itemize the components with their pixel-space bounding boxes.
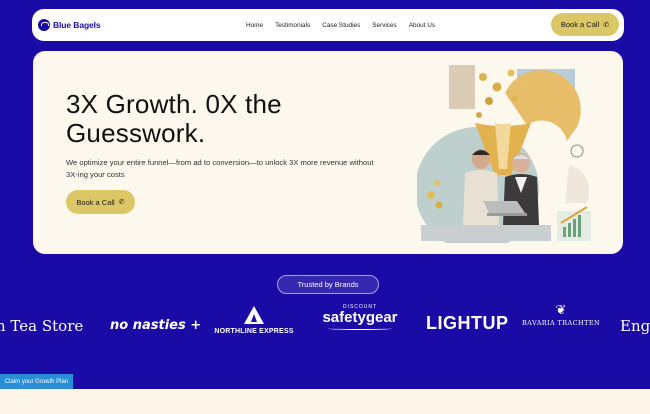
brand-logo-bavaria-trachten: ❦ BAVARIA TRACHTEN: [522, 302, 601, 328]
deer-antlers-icon: ❦: [555, 302, 567, 317]
phone-icon: ✆: [118, 199, 125, 206]
next-section-top: [0, 389, 650, 414]
nav-services[interactable]: Services: [372, 22, 397, 29]
bagel-logo-icon: [38, 19, 50, 31]
phone-icon: ✆: [603, 21, 610, 29]
bavaria-trachten-text: BAVARIA TRACHTEN: [522, 319, 601, 327]
northline-mountain-icon: [244, 306, 264, 324]
nav-home[interactable]: Home: [246, 22, 263, 29]
nav-testimonials[interactable]: Testimonials: [275, 22, 310, 29]
book-call-label: Book a Call: [560, 20, 600, 29]
nav-about-us[interactable]: About Us: [409, 22, 435, 29]
hero-book-call-button[interactable]: Book a Call ✆: [66, 190, 135, 214]
nav-links: Home Testimonials Case Studies Services …: [246, 9, 447, 41]
brand-logo-no-nasties: no nasties +: [110, 318, 202, 333]
brand-logo-northline-express: NORTHLINE EXPRESS: [213, 306, 295, 335]
northline-express-text: NORTHLINE EXPRESS: [214, 328, 294, 335]
brand-logo-tea-store: h Tea Store: [0, 317, 84, 335]
hero-subtitle: We optimize your entire funnel—from ad t…: [66, 158, 374, 179]
book-call-button[interactable]: Book a Call ✆: [551, 13, 619, 36]
nav-case-studies[interactable]: Case Studies: [322, 22, 360, 29]
hero-book-call-label: Book a Call: [76, 197, 115, 207]
brand-logo-lightup: LIGHTUP: [426, 313, 509, 333]
safetygear-swoosh-icon: [328, 327, 392, 330]
safetygear-text: safetygear: [322, 309, 398, 326]
brand-logo-safetygear: DISCOUNT safetygear: [318, 304, 402, 330]
brand-logo-strip: h Tea Store no nasties + NORTHLINE EXPRE…: [0, 300, 650, 350]
brand-logo-eng: Eng: [620, 317, 650, 335]
top-nav: Blue Bagels Home Testimonials Case Studi…: [32, 9, 624, 41]
claim-growth-plan-button[interactable]: Claim your Growth Plan: [0, 374, 73, 389]
hero-collage-image: [417, 65, 591, 243]
trusted-by-brands-badge: Trusted by Brands: [277, 275, 379, 294]
brand-name: Blue Bagels: [53, 20, 101, 30]
hero-section: 3X Growth. 0X the Guesswork. We optimize…: [33, 51, 623, 254]
brand-logo[interactable]: Blue Bagels: [38, 19, 101, 31]
hero-title: 3X Growth. 0X the Guesswork.: [66, 89, 282, 148]
